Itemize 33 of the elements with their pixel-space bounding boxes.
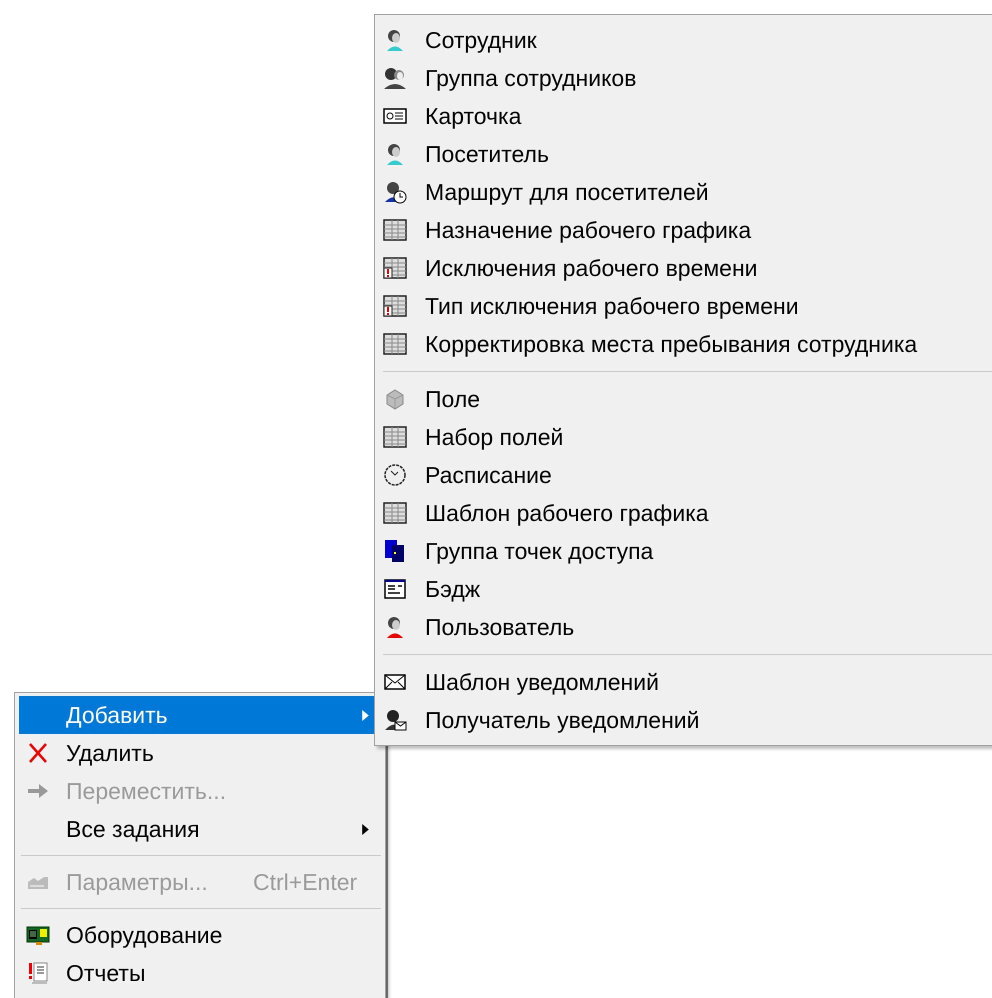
person-envelope-icon [383, 708, 407, 732]
table-icon [383, 425, 407, 449]
menu-item[interactable]: Карточка [377, 97, 992, 135]
doors-icon [383, 539, 407, 563]
menu-item[interactable]: Все задания [19, 810, 383, 848]
menu-item[interactable]: Группа сотрудников [377, 59, 992, 97]
menu-item[interactable]: Тип исключения рабочего времени [377, 287, 992, 325]
menu-item[interactable]: Посетитель [377, 135, 992, 173]
submenu-arrow-icon [362, 710, 369, 720]
menu-item[interactable]: Корректировка места пребывания сотрудника [377, 325, 992, 363]
menu-item[interactable]: Исключения рабочего времени [377, 249, 992, 287]
table-alert-icon [383, 256, 407, 280]
menu-item[interactable]: Назначение рабочего графика [377, 211, 992, 249]
menu-item[interactable]: Сотрудник [377, 21, 992, 59]
menu-item[interactable]: Бэдж [377, 570, 992, 608]
people-icon [383, 66, 407, 90]
menu-item[interactable]: Поле [377, 380, 992, 418]
table-icon [383, 501, 407, 525]
table-icon [383, 332, 407, 356]
person-clock-icon [383, 180, 407, 204]
menu-item[interactable]: Маршрут для посетителей [377, 173, 992, 211]
menu-item[interactable]: Оборудование [19, 916, 383, 954]
table-icon [383, 218, 407, 242]
menu-item[interactable]: Шаблон рабочего графика [377, 494, 992, 532]
menu-item[interactable]: Пользователь [377, 608, 992, 646]
clock-icon [383, 463, 407, 487]
menu-item[interactable]: Отчеты [19, 954, 383, 992]
badge-icon [383, 577, 407, 601]
menu-item[interactable]: Расписание [377, 456, 992, 494]
menu-item[interactable]: Группа точек доступа [377, 532, 992, 570]
submenu-arrow-icon [362, 824, 369, 834]
table-alert-icon [383, 294, 407, 318]
menu-item[interactable]: Набор полей [377, 418, 992, 456]
